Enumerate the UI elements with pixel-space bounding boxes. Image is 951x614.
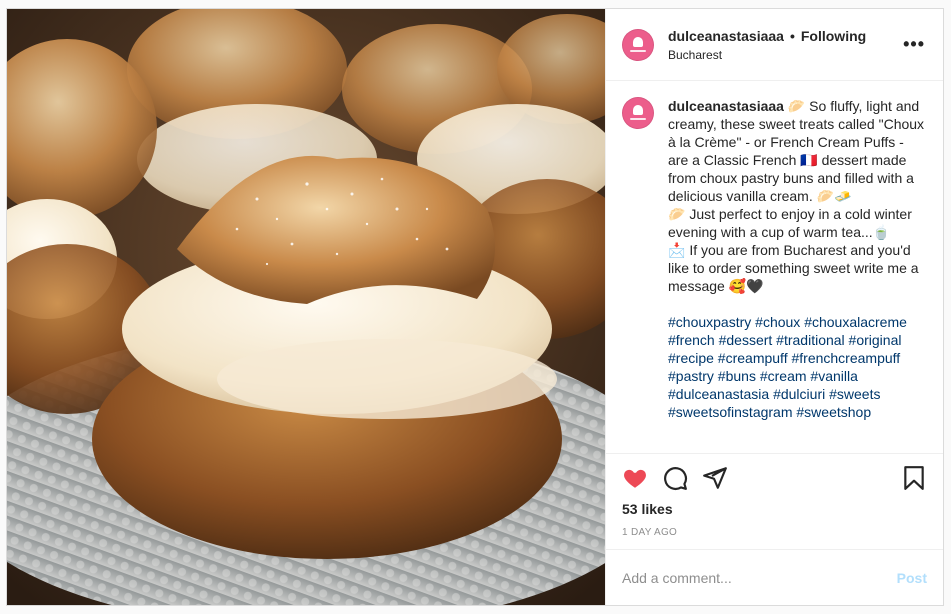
hashtag-links[interactable]: #chouxpastry #choux #chouxalacreme #fren… (668, 314, 911, 420)
post-dialog: dulceanastasiaaa • Following Bucharest •… (6, 8, 944, 606)
header-username[interactable]: dulceanastasiaaa (668, 28, 784, 44)
caption-avatar[interactable] (622, 97, 654, 129)
comment-icon[interactable] (662, 465, 688, 491)
caption-username[interactable]: dulceanastasiaaa (668, 98, 784, 114)
likes-count[interactable]: 53 likes (606, 501, 943, 521)
paper-plane-icon[interactable] (702, 465, 728, 491)
post-comment-button[interactable]: Post (897, 570, 927, 586)
avatar-ring (622, 97, 654, 129)
post-header: dulceanastasiaaa • Following Bucharest •… (606, 9, 943, 81)
logo-text-mark (622, 118, 654, 121)
caption-area: dulceanastasiaaa 🥟 So fluffy, light and … (606, 81, 943, 453)
bookmark-icon[interactable] (901, 465, 927, 491)
comment-input[interactable] (622, 569, 897, 586)
logo-text-mark (622, 50, 654, 53)
heart-filled-icon[interactable] (622, 465, 648, 491)
caption-text: dulceanastasiaaa 🥟 So fluffy, light and … (668, 97, 927, 453)
action-bar (606, 453, 943, 501)
post-sidebar: dulceanastasiaaa • Following Bucharest •… (605, 9, 943, 605)
avatar[interactable] (622, 28, 654, 61)
header-separator: • (789, 27, 795, 44)
header-info: dulceanastasiaaa • Following Bucharest (668, 28, 901, 62)
caption-hashtags: #chouxpastry #choux #chouxalacreme #fren… (668, 313, 927, 421)
post-timestamp[interactable]: 1 DAY AGO (606, 527, 943, 549)
location-link[interactable]: Bucharest (668, 48, 901, 62)
following-button[interactable]: Following (801, 28, 866, 44)
post-photo[interactable] (7, 9, 605, 605)
cream-puffs-photo (7, 9, 605, 605)
header-line: dulceanastasiaaa • Following (668, 28, 901, 44)
more-options-icon[interactable]: ••• (901, 34, 927, 55)
avatar-ring (622, 28, 654, 61)
caption-body: 🥟 So fluffy, light and creamy, these swe… (668, 98, 925, 294)
comment-bar: Post (606, 549, 943, 605)
